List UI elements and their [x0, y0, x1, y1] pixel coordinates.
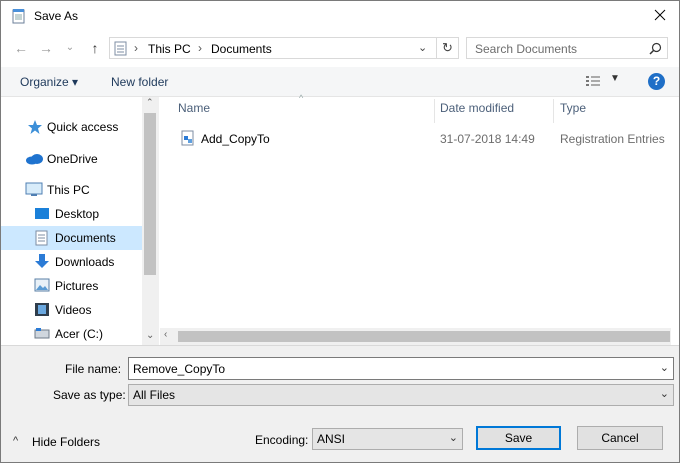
- nav-label: This PC: [47, 183, 90, 197]
- chevron-down-icon[interactable]: ⌄: [660, 361, 669, 374]
- desktop-icon: [35, 208, 49, 219]
- search-box[interactable]: Search Documents: [466, 37, 668, 59]
- nav-label: Documents: [55, 231, 116, 245]
- cancel-button[interactable]: Cancel: [577, 426, 663, 450]
- chevron-up-icon: ^: [13, 435, 19, 447]
- documents-icon: [114, 41, 127, 56]
- nav-label: Pictures: [55, 279, 99, 293]
- nav-item-documents[interactable]: Documents: [1, 226, 142, 250]
- encoding-select[interactable]: ANSI ⌄: [312, 428, 463, 450]
- nav-item-this-pc[interactable]: This PC: [1, 178, 142, 202]
- address-bar[interactable]: › This PC › Documents ⌄: [109, 37, 437, 59]
- nav-item-pictures[interactable]: Pictures: [1, 274, 142, 298]
- recent-locations-button[interactable]: ⌄: [64, 38, 76, 58]
- column-divider[interactable]: [553, 99, 554, 123]
- column-header-type[interactable]: Type: [560, 101, 586, 115]
- up-button[interactable]: ↑: [86, 38, 104, 58]
- window-title: Save As: [34, 9, 79, 23]
- save-options-panel: File name: Remove_CopyTo ⌄ Save as type:…: [1, 345, 679, 462]
- forward-button[interactable]: →: [37, 38, 55, 58]
- save-as-type-value: All Files: [133, 388, 176, 402]
- chevron-down-icon: ⌄: [448, 432, 458, 444]
- file-date-cell: 31-07-2018 14:49: [440, 132, 535, 146]
- nav-label: Downloads: [55, 255, 115, 269]
- nav-item-drive-c[interactable]: Acer (C:): [1, 322, 142, 346]
- nav-label: Acer (C:): [55, 327, 103, 341]
- hide-folders-toggle[interactable]: ^ Hide Folders: [13, 434, 113, 452]
- nav-label: Quick access: [47, 120, 119, 134]
- encoding-value: ANSI: [317, 432, 346, 446]
- scroll-up-icon[interactable]: ⌃: [146, 97, 154, 108]
- search-placeholder: Search Documents: [475, 42, 578, 56]
- file-name-value: Remove_CopyTo: [133, 362, 226, 376]
- file-name-field[interactable]: Remove_CopyTo ⌄: [128, 357, 674, 380]
- refresh-icon: ↻: [442, 40, 453, 55]
- cloud-icon: [26, 154, 43, 165]
- scroll-left-icon[interactable]: ‹: [164, 329, 167, 340]
- nav-item-onedrive[interactable]: OneDrive: [1, 147, 142, 171]
- nav-label: OneDrive: [47, 152, 98, 166]
- save-as-dialog: Save As ← → ⌄ ↑ › This PC › Documents ⌄ …: [0, 0, 680, 463]
- search-icon: [649, 42, 662, 55]
- back-arrow-icon: ←: [14, 40, 28, 56]
- nav-item-downloads[interactable]: Downloads: [1, 250, 142, 274]
- file-name-label: File name:: [65, 362, 122, 376]
- forward-arrow-icon: →: [39, 40, 53, 56]
- nav-item-quick-access[interactable]: Quick access: [1, 115, 142, 139]
- videos-icon: [35, 303, 49, 316]
- details-view-icon: [586, 76, 600, 86]
- nav-label: Desktop: [55, 207, 100, 221]
- close-button[interactable]: [649, 4, 671, 26]
- help-button[interactable]: ?: [648, 73, 665, 90]
- title-bar: Save As: [1, 1, 679, 32]
- pictures-icon: [34, 278, 50, 292]
- breadcrumb-separator-icon: ›: [134, 41, 138, 55]
- breadcrumb-documents[interactable]: Documents: [211, 42, 272, 56]
- drive-icon: [34, 328, 50, 339]
- notepad-icon: [12, 9, 25, 24]
- nav-item-desktop[interactable]: Desktop: [1, 202, 142, 226]
- navigation-pane: Quick access OneDrive This PC Desktop Do…: [1, 97, 159, 345]
- command-toolbar: Organize ▾ New folder ▼: [1, 67, 679, 97]
- computer-icon: [25, 182, 43, 196]
- nav-label: Videos: [55, 303, 92, 317]
- close-icon: [654, 9, 666, 21]
- organize-menu[interactable]: Organize ▾: [20, 75, 78, 89]
- column-header-date[interactable]: Date modified: [440, 101, 514, 115]
- star-icon: [28, 120, 42, 134]
- scroll-down-icon[interactable]: ⌄: [146, 330, 154, 341]
- file-row[interactable]: Add_CopyTo 31-07-2018 14:49 Registration…: [161, 127, 671, 149]
- breadcrumb-separator-icon: ›: [198, 41, 202, 55]
- column-divider[interactable]: [434, 99, 435, 123]
- file-list-scrollbar-thumb[interactable]: [178, 331, 670, 342]
- new-folder-button[interactable]: New folder: [111, 75, 168, 89]
- encoding-label: Encoding:: [255, 433, 309, 447]
- sort-ascending-icon: ^: [299, 93, 304, 103]
- breadcrumb-this-pc[interactable]: This PC: [148, 42, 191, 56]
- nav-item-videos[interactable]: Videos: [1, 298, 142, 322]
- view-options-button[interactable]: ▼: [585, 73, 621, 89]
- address-dropdown-icon[interactable]: ⌄: [418, 41, 427, 54]
- save-as-type-label: Save as type:: [53, 388, 126, 402]
- up-arrow-icon: ↑: [91, 40, 99, 56]
- refresh-button[interactable]: ↻: [437, 37, 459, 59]
- chevron-down-icon: ⌄: [659, 388, 669, 400]
- documents-icon: [35, 230, 48, 246]
- nav-scrollbar-thumb[interactable]: [144, 113, 156, 275]
- view-dropdown-icon: ▼: [610, 73, 620, 84]
- hide-folders-label: Hide Folders: [32, 435, 101, 449]
- file-name-cell: Add_CopyTo: [201, 132, 270, 146]
- back-button[interactable]: ←: [12, 38, 30, 58]
- download-arrow-icon: [35, 254, 49, 268]
- save-button[interactable]: Save: [476, 426, 561, 450]
- registry-file-icon: [181, 130, 194, 146]
- column-header-name[interactable]: Name: [178, 101, 210, 115]
- file-type-cell: Registration Entries: [560, 132, 665, 146]
- save-as-type-select[interactable]: All Files ⌄: [128, 384, 674, 406]
- chevron-down-icon: ⌄: [65, 42, 75, 53]
